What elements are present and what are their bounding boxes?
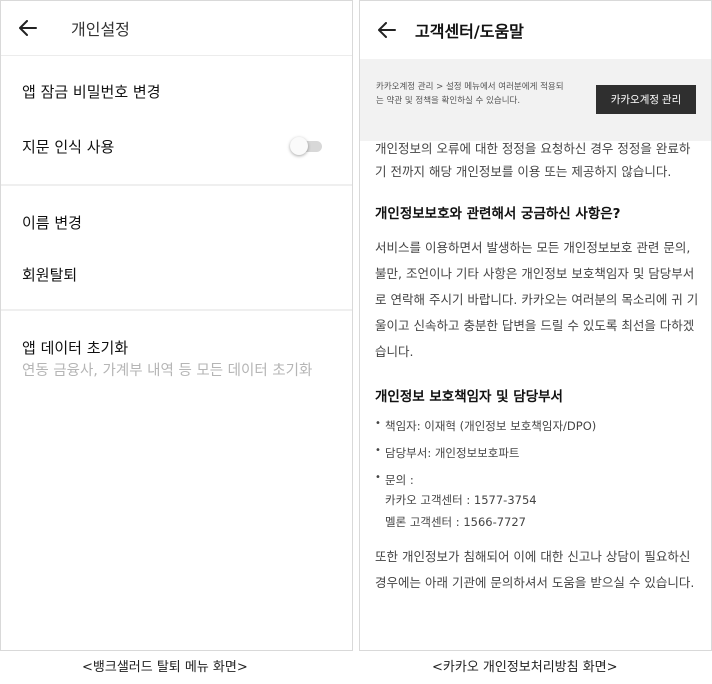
help-header: 고객센터/도움말 xyxy=(360,1,711,59)
fingerprint-toggle[interactable] xyxy=(290,137,322,155)
fingerprint-item[interactable]: 지문 인식 사용 xyxy=(22,136,114,157)
withdraw-item[interactable]: 회원탈퇴 xyxy=(22,264,77,285)
list-item: 담당부서: 개인정보보호파트 xyxy=(375,445,700,461)
banksalad-settings-screen: 개인설정 앱 잠금 비밀번호 변경 지문 인식 사용 이름 변경 회원탈퇴 앱 … xyxy=(0,0,353,651)
list-item: 문의 : xyxy=(375,472,700,488)
reset-app-data-description: 연동 금융사, 가계부 내역 등 모든 데이터 초기화 xyxy=(22,363,313,379)
page-title: 고객센터/도움말 xyxy=(415,22,524,41)
list-item: 책임자: 이재혁 (개인정보 보호책임자/DPO) xyxy=(375,418,700,434)
paragraph-contact: 서비스를 이용하면서 발생하는 모든 개인정보보호 관련 문의, 불만, 조언이… xyxy=(375,240,699,359)
back-arrow-icon[interactable] xyxy=(19,18,39,38)
kakao-customer-center: 카카오 고객센터 : 1577-3754 xyxy=(385,493,537,507)
account-notice-banner: 카카오계정 관리 > 설정 메뉴에서 여러분에게 적용되는 약관 및 정책을 확… xyxy=(360,59,711,141)
policy-content: 개인정보의 오류에 대한 정정을 요청하신 경우 정정을 완료하기 전까지 해당… xyxy=(375,137,700,596)
page-title: 개인설정 xyxy=(71,20,130,39)
app-lock-password-item[interactable]: 앱 잠금 비밀번호 변경 xyxy=(22,81,161,102)
kakao-privacy-policy-screen: 고객센터/도움말 카카오계정 관리 > 설정 메뉴에서 여러분에게 적용되는 약… xyxy=(359,0,712,651)
caption-left: <뱅크샐러드 탈퇴 메뉴 화면> xyxy=(82,660,248,675)
paragraph-correction: 개인정보의 오류에 대한 정정을 요청하신 경우 정정을 완료하기 전까지 해당… xyxy=(375,141,691,179)
notice-text: 카카오계정 관리 > 설정 메뉴에서 여러분에게 적용되는 약관 및 정책을 확… xyxy=(376,82,564,106)
heading-inquiries: 개인정보보호와 관련해서 궁금하신 사항은? xyxy=(375,206,621,222)
change-name-item[interactable]: 이름 변경 xyxy=(22,212,82,233)
back-arrow-icon[interactable] xyxy=(378,20,398,40)
section-divider xyxy=(1,184,352,186)
caption-right: <카카오 개인정보처리방침 화면> xyxy=(432,660,618,675)
paragraph-infringement: 또한 개인정보가 침해되어 이에 대한 신고나 상담이 필요하신 경우에는 아래… xyxy=(375,549,695,590)
settings-header: 개인설정 xyxy=(1,1,352,56)
toggle-knob xyxy=(290,137,308,155)
melon-customer-center: 멜론 고객센터 : 1566-7727 xyxy=(385,515,527,529)
heading-privacy-officer: 개인정보 보호책임자 및 담당부서 xyxy=(375,389,563,405)
contact-list: 책임자: 이재혁 (개인정보 보호책임자/DPO) 담당부서: 개인정보보호파트… xyxy=(375,418,700,488)
section-divider xyxy=(1,309,352,311)
reset-app-data-item[interactable]: 앱 데이터 초기화 xyxy=(22,337,128,358)
kakao-account-button[interactable]: 카카오계정 관리 xyxy=(596,85,696,114)
